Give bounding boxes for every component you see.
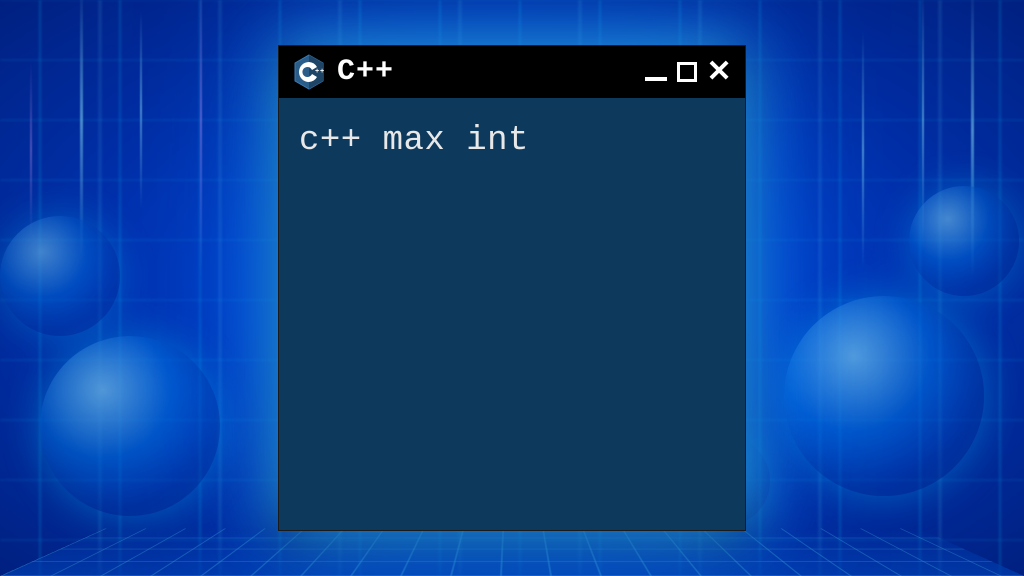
code-line: c++ max int (299, 122, 725, 160)
window-title: C++ (337, 55, 633, 89)
maximize-button[interactable] (677, 62, 697, 82)
cpp-logo-icon: + + (293, 54, 325, 90)
svg-text:+: + (315, 68, 319, 76)
svg-text:+: + (320, 68, 324, 76)
terminal-content[interactable]: c++ max int (279, 98, 745, 530)
window-controls: ✕ (645, 57, 731, 87)
terminal-window: + + C++ ✕ c++ max int (278, 45, 746, 531)
minimize-button[interactable] (645, 63, 667, 81)
window-titlebar[interactable]: + + C++ ✕ (279, 46, 745, 98)
close-button[interactable]: ✕ (707, 57, 731, 87)
